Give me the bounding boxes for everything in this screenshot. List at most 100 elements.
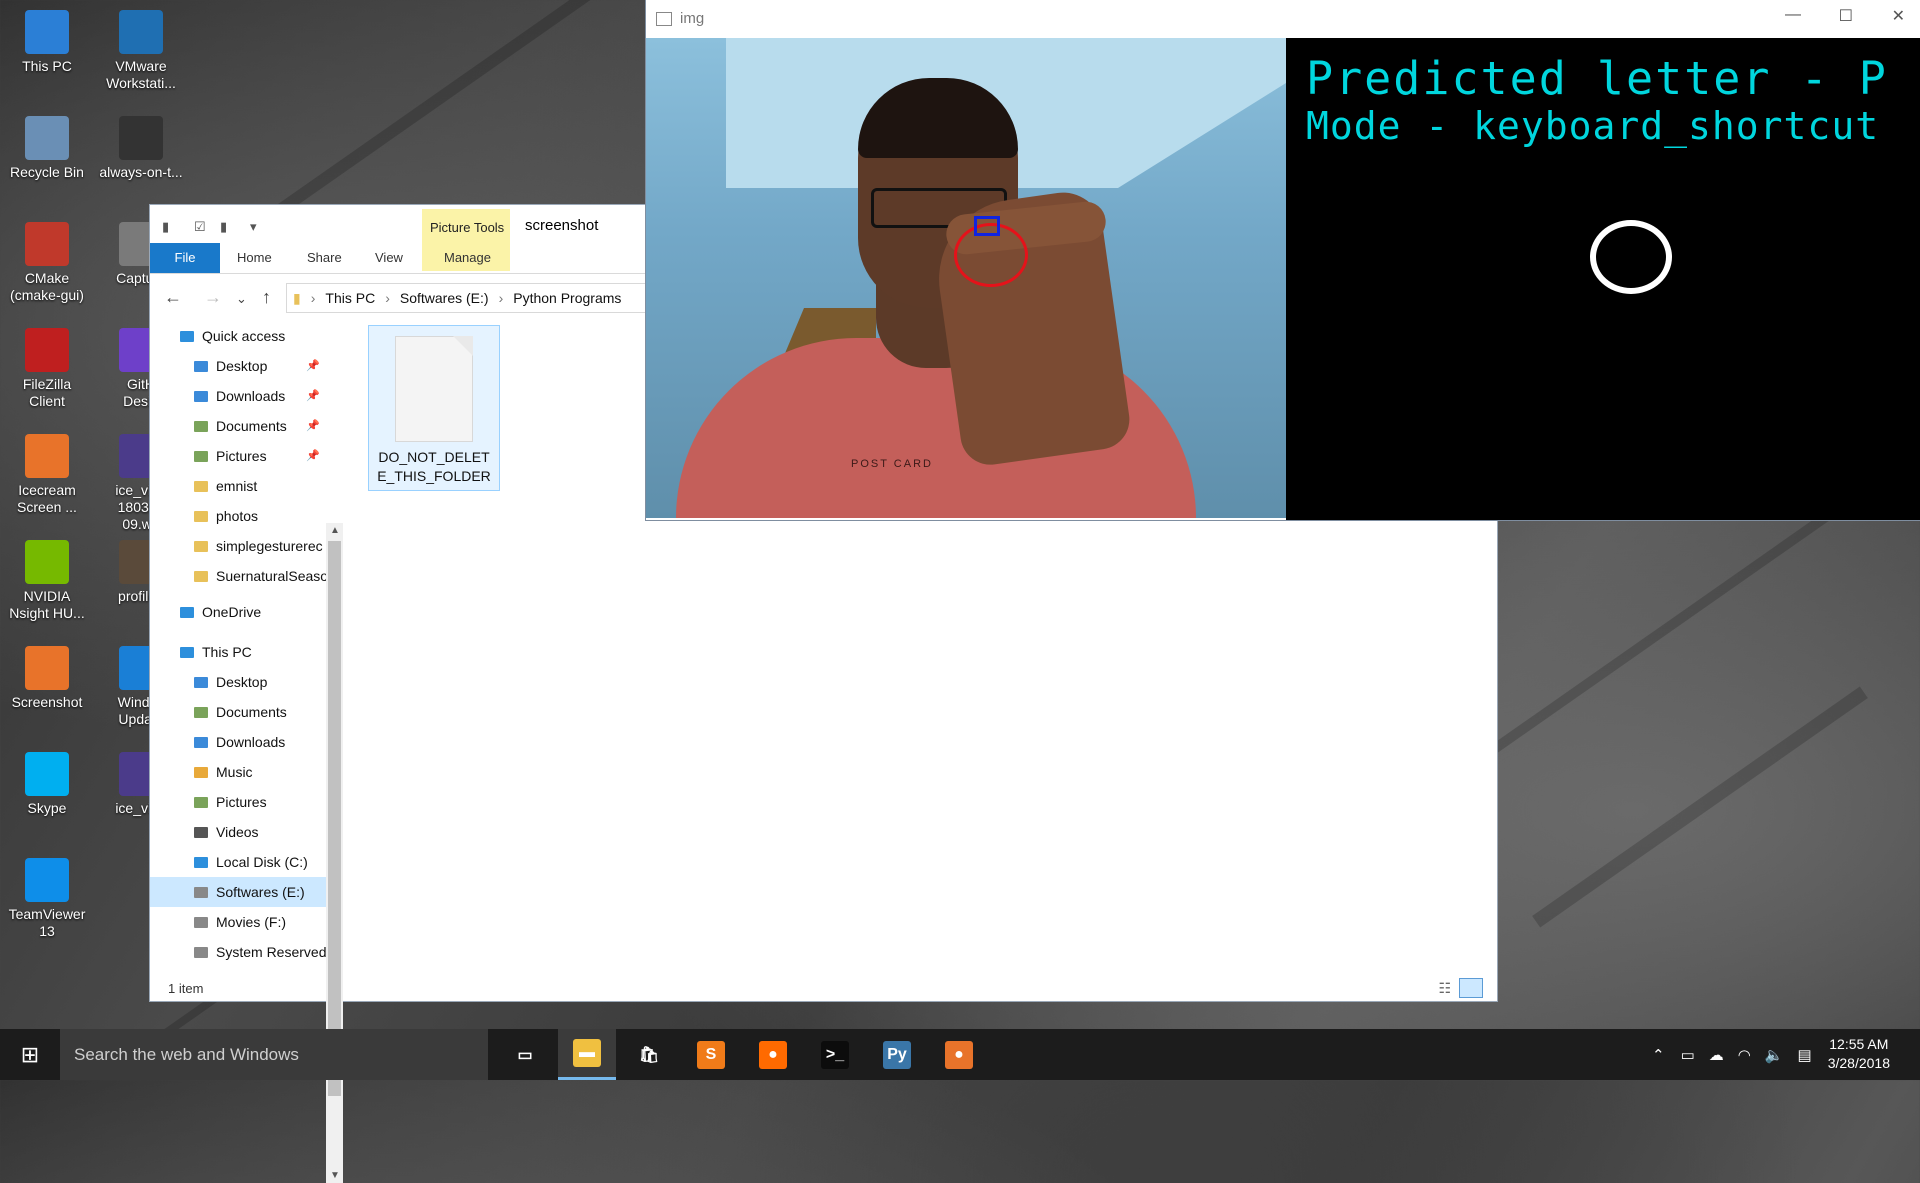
nav-item[interactable]: Movies (F:) [150,907,326,937]
nav-item-label: photos [216,508,259,524]
chevron-down-icon[interactable]: ▾ [250,219,257,235]
tab-home[interactable]: Home [225,243,284,273]
back-icon[interactable]: ← [164,287,182,308]
nav-item[interactable]: Desktop [150,667,326,697]
new-folder-icon[interactable]: ▮ [220,219,227,235]
close-icon[interactable]: ✕ [1892,6,1905,26]
maximize-icon[interactable]: ☐ [1839,6,1853,26]
nav-onedrive[interactable]: OneDrive [150,597,326,627]
nav-this-pc[interactable]: This PC [150,637,326,667]
nav-item[interactable]: System Reserved [150,937,326,967]
nvidia-icon [25,540,69,584]
desktop-icon[interactable]: TeamViewer 13 [0,854,94,940]
nav-item-label: SuernaturalSeaso [216,568,326,584]
nav-item[interactable]: SuernaturalSeaso [150,561,326,591]
computer-icon [180,647,194,658]
tab-manage[interactable]: Manage [432,243,503,273]
scroll-down-icon[interactable]: ▼ [330,1170,340,1181]
nav-item-label: Quick access [202,328,286,344]
nav-item[interactable]: Downloads [150,727,326,757]
nav-item[interactable]: emnist [150,471,326,501]
up-icon[interactable]: ↑ [262,287,271,308]
taskbar-file-explorer[interactable]: ▬ [558,1029,616,1080]
chevron-up-icon[interactable]: ⌃ [1652,1046,1665,1064]
nav-scrollbar[interactable]: ▲ ▼ [326,523,343,1183]
nav-item[interactable]: Desktop 📌 [150,351,326,381]
nav-item[interactable]: Pictures 📌 [150,441,326,471]
breadcrumb-python-programs[interactable]: Python Programs [513,290,621,306]
file-explorer-icon: ▬ [573,1039,601,1067]
nav-item[interactable]: Videos [150,817,326,847]
volume-icon[interactable]: 🔈 [1765,1046,1784,1064]
taskbar-task-view[interactable]: ▭ [496,1029,554,1080]
scroll-up-icon[interactable]: ▲ [330,525,340,536]
taskbar-terminal[interactable]: >_ [806,1029,864,1080]
forward-icon[interactable]: → [204,287,222,308]
desktop-icon[interactable]: This PC [0,6,94,75]
nav-item-label: Local Disk (C:) [216,854,308,870]
wifi-icon[interactable]: ◠ [1738,1046,1751,1064]
taskbar-search[interactable]: Search the web and Windows [60,1029,488,1080]
nav-item[interactable]: Softwares (E:) [150,877,326,907]
tracking-box [974,216,1000,236]
sublime-text-icon: S [697,1040,725,1069]
tab-file[interactable]: File [150,243,220,273]
nav-item[interactable]: Documents 📌 [150,411,326,441]
desktop-icon-label: NVIDIA Nsight HU... [9,588,85,621]
taskbar-icecream[interactable]: ● [930,1029,988,1080]
prediction-pane: Predicted letter - P Mode - keyboard_sho… [1286,38,1920,520]
taskbar-firefox[interactable]: ● [744,1029,802,1080]
desktop-icon[interactable]: Screenshot [0,642,94,711]
onedrive-icon[interactable]: ☁ [1709,1046,1724,1064]
nav-item-label: Pictures [216,794,267,810]
opencv-image-window: img — ☐ ✕ POST CARD Predicted letter - P… [646,0,1920,520]
start-button[interactable]: ⊞ [0,1029,60,1080]
nav-item[interactable]: Documents [150,697,326,727]
properties-icon[interactable]: ☑ [194,219,206,235]
nav-item-label: simplegesturerec [216,538,323,554]
taskbar-sublime-text[interactable]: S [682,1029,740,1080]
nav-item[interactable]: Downloads 📌 [150,381,326,411]
breadcrumb-softwares[interactable]: Softwares (E:) [400,290,489,306]
action-center-icon[interactable]: ▤ [1798,1046,1812,1064]
folder-icon [194,827,208,838]
desktop-icon[interactable]: Icecream Screen ... [0,430,94,516]
desktop-icon[interactable]: VMware Workstati... [94,6,188,92]
clock[interactable]: 12:55 AM 3/28/2018 [1828,1035,1890,1073]
nav-quick-access[interactable]: Quick access [150,321,326,351]
folder-icon [194,947,208,958]
desktop-icon[interactable]: Recycle Bin [0,112,94,181]
nav-item[interactable]: Local Disk (C:) [150,847,326,877]
folder-icon[interactable]: ▮ [162,219,169,235]
battery-icon[interactable]: ▭ [1681,1046,1695,1064]
breadcrumb-this-pc[interactable]: This PC [325,290,375,306]
details-view-icon[interactable]: ☷ [1438,980,1451,997]
nav-item[interactable]: simplegesturerec [150,531,326,561]
taskbar-store[interactable]: 🛍 [620,1029,678,1080]
breadcrumb-separator-icon: › [310,290,316,306]
desktop-icon[interactable]: always-on-t... [94,112,188,181]
nav-item[interactable]: photos [150,501,326,531]
desktop-icon[interactable]: CMake (cmake-gui) [0,218,94,304]
folder-icon [194,917,208,928]
recent-locations-icon[interactable]: ⌄ [236,291,247,307]
nav-item[interactable]: Music [150,757,326,787]
folder-icon [194,511,208,522]
tab-view[interactable]: View [363,243,415,273]
large-icons-view-icon[interactable] [1459,978,1483,998]
context-tab-title: Picture Tools [430,220,505,235]
minimize-icon[interactable]: — [1785,6,1801,24]
taskbar-python[interactable]: Py [868,1029,926,1080]
webcam-feed: POST CARD [646,38,1286,518]
skype-icon [25,752,69,796]
tab-share[interactable]: Share [295,243,354,273]
desktop-icon[interactable]: NVIDIA Nsight HU... [0,536,94,622]
nav-item[interactable]: Pictures [150,787,326,817]
desktop-icon[interactable]: Skype [0,748,94,817]
scrollbar-thumb[interactable] [328,541,341,1096]
nav-item-label: Downloads [216,388,286,404]
desktop-icon-label: Screenshot [11,694,83,710]
desktop-icon[interactable]: FileZilla Client [0,324,94,410]
file-item[interactable]: DO_NOT_DELETE_THIS_FOLDER [368,325,500,491]
pin-icon: 📌 [306,420,320,432]
